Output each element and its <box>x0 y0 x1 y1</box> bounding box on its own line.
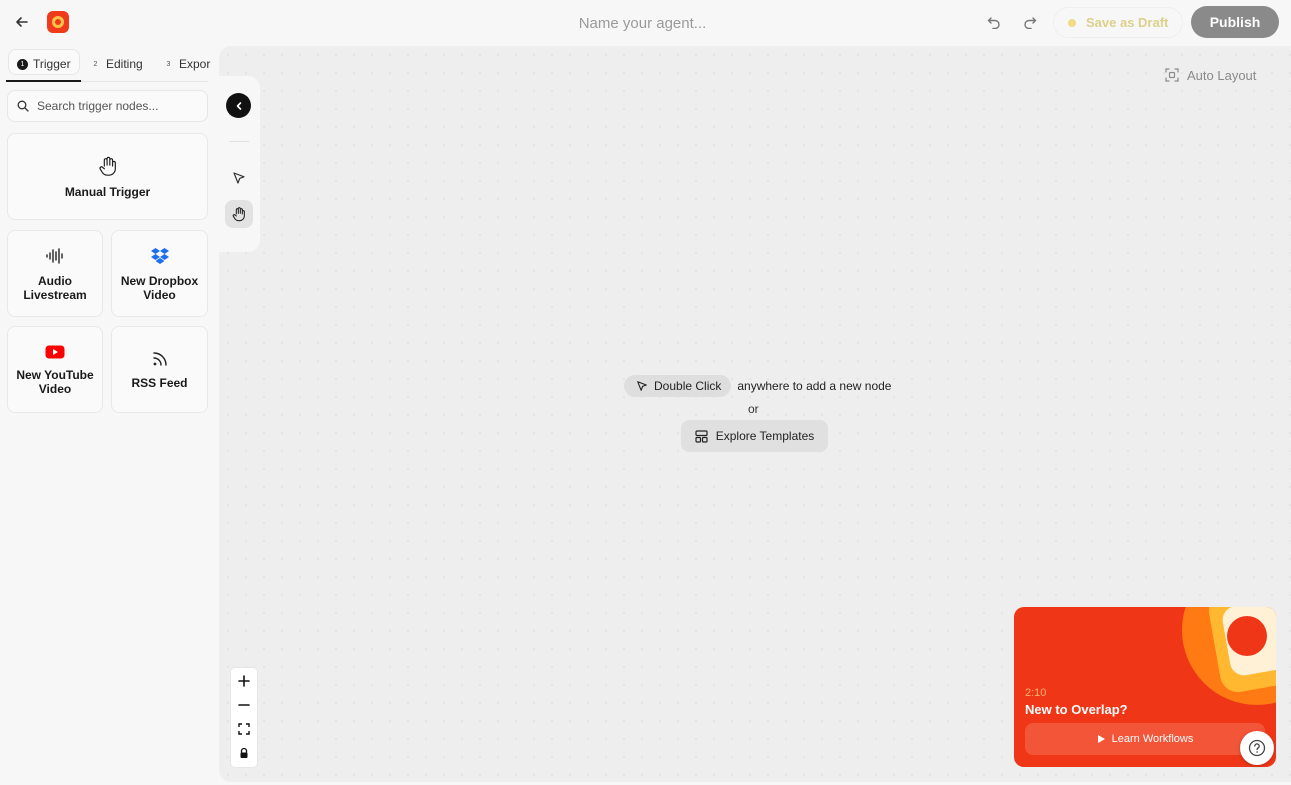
hand-tool-button[interactable] <box>225 200 253 228</box>
search-icon <box>17 100 29 112</box>
empty-canvas-hint: Double Click anywhere to add a new node <box>624 375 891 397</box>
arrow-left-icon <box>16 17 28 27</box>
zoom-out-icon <box>238 704 250 706</box>
lock-icon <box>240 747 248 758</box>
node-label: New Dropbox Video <box>120 273 199 302</box>
auto-layout-label: Auto Layout <box>1187 67 1257 83</box>
node-rss-feed[interactable]: RSS Feed <box>111 326 208 413</box>
help-button[interactable] <box>1240 731 1274 765</box>
chevron-left-icon <box>236 101 241 110</box>
node-new-dropbox-video[interactable]: New Dropbox Video <box>111 230 208 317</box>
publish-button[interactable]: Publish <box>1191 6 1279 38</box>
tab-label: Editing <box>106 57 143 71</box>
explore-templates-button[interactable]: Explore Templates <box>681 420 828 452</box>
trigger-search[interactable] <box>7 90 208 122</box>
tab-label: Trigger <box>33 57 71 71</box>
tab-editing[interactable]: 2 Editing <box>90 47 143 81</box>
hand-icon <box>98 156 116 176</box>
node-label: New YouTube Video <box>16 367 94 396</box>
help-icon <box>1248 739 1266 757</box>
play-icon <box>1097 735 1105 743</box>
or-text: or <box>748 402 759 416</box>
draft-status-dot <box>1068 18 1076 27</box>
agent-name-input[interactable] <box>520 10 765 36</box>
tab-number: 2 <box>93 60 98 68</box>
undo-icon <box>987 17 1000 29</box>
save-draft-label: Save as Draft <box>1086 15 1169 30</box>
sidebar-tabs: 1 Trigger 2 Editing 3 Expor <box>6 47 210 81</box>
redo-icon <box>1024 17 1037 29</box>
active-tab-underline <box>6 80 81 82</box>
auto-layout-icon <box>1165 68 1179 82</box>
back-button[interactable] <box>12 12 32 32</box>
tab-label: Expor <box>179 57 211 71</box>
pointer-tool-button[interactable] <box>229 168 249 188</box>
cursor-pointer-icon <box>233 172 245 184</box>
redo-button[interactable] <box>1020 12 1040 32</box>
collapse-sidebar-button[interactable] <box>226 93 251 118</box>
node-new-youtube-video[interactable]: New YouTube Video <box>7 326 103 413</box>
tab-trigger[interactable]: 1 Trigger <box>8 47 81 81</box>
search-input[interactable] <box>37 99 197 113</box>
zoom-in-button[interactable] <box>231 669 257 693</box>
tab-export[interactable]: 3 Expor <box>163 47 211 81</box>
tab-number: 1 <box>17 58 28 70</box>
save-draft-button[interactable]: Save as Draft <box>1053 7 1183 38</box>
node-manual-trigger[interactable]: Manual Trigger <box>7 133 208 220</box>
learn-workflows-button[interactable]: Learn Workflows <box>1025 723 1265 755</box>
zoom-in-icon <box>238 675 250 687</box>
undo-button[interactable] <box>984 12 1004 32</box>
node-label: RSS Feed <box>131 375 188 390</box>
templates-icon <box>695 429 708 443</box>
zoom-controls <box>231 668 257 767</box>
rss-icon <box>152 351 167 366</box>
lock-button[interactable] <box>231 741 257 765</box>
promo-card: 2:10 New to Overlap? Learn Workflows <box>1014 607 1276 767</box>
learn-workflows-label: Learn Workflows <box>1111 733 1194 745</box>
double-click-pill: Double Click <box>624 375 732 397</box>
node-label: Audio Livestream <box>23 273 87 302</box>
auto-layout-button[interactable]: Auto Layout <box>1165 65 1256 85</box>
youtube-icon <box>45 345 65 358</box>
hint-text: anywhere to add a new node <box>737 379 892 393</box>
node-label: Manual Trigger <box>64 184 151 199</box>
fit-view-icon <box>238 723 250 735</box>
explore-templates-label: Explore Templates <box>715 429 815 443</box>
app-logo[interactable] <box>47 11 69 33</box>
promo-logo-dot <box>1227 616 1267 656</box>
tool-divider <box>229 141 249 142</box>
zoom-out-button[interactable] <box>231 693 257 717</box>
double-click-label: Double Click <box>654 379 722 393</box>
top-bar: Save as Draft Publish <box>0 0 1291 46</box>
audio-waveform-icon <box>46 247 63 264</box>
dropbox-icon <box>150 247 169 264</box>
hand-icon <box>232 207 245 222</box>
cursor-pointer-icon <box>637 381 647 391</box>
promo-duration: 2:10 <box>1025 687 1047 699</box>
fit-view-button[interactable] <box>231 717 257 741</box>
promo-title: New to Overlap? <box>1025 702 1128 717</box>
node-audio-livestream[interactable]: Audio Livestream <box>7 230 103 317</box>
tab-number: 3 <box>166 60 171 68</box>
